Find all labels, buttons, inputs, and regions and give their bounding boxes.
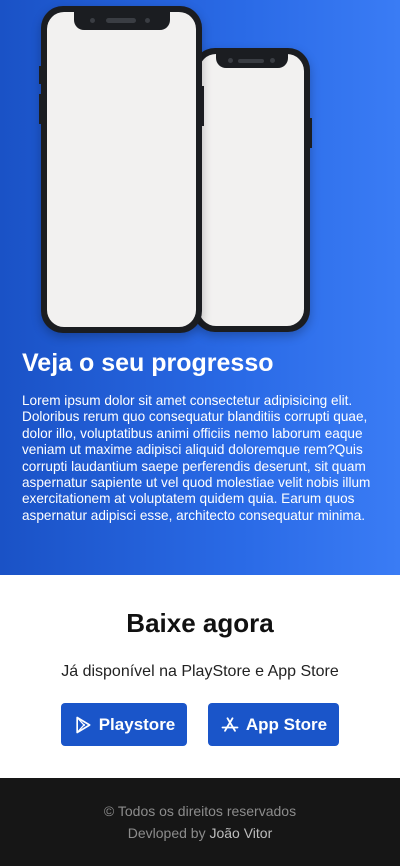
hero-section: Veja o seu progresso Lorem ipsum dolor s… xyxy=(0,0,400,575)
hero-description: Lorem ipsum dolor sit amet consectetur a… xyxy=(22,393,371,523)
playstore-button[interactable]: Playstore xyxy=(61,703,187,746)
download-subtitle: Já disponível na PlayStore e App Store xyxy=(61,663,339,680)
appstore-button-label: App Store xyxy=(245,714,328,734)
play-store-icon xyxy=(73,715,93,735)
download-section: Baixe agora Já disponível na PlayStore e… xyxy=(0,575,400,778)
appstore-button[interactable]: App Store xyxy=(208,703,339,746)
phone-notch xyxy=(215,54,288,68)
phone-back-image xyxy=(193,48,312,332)
app-store-icon xyxy=(220,715,240,735)
footer-credit: Devloped by João Vitor xyxy=(0,825,400,841)
phone-front-image xyxy=(39,6,204,333)
phone-notch xyxy=(73,12,170,30)
phone-screen xyxy=(47,12,196,327)
footer-copyright: © Todos os direitos reservados xyxy=(103,803,297,819)
phone-screen xyxy=(199,54,304,326)
hero-title: Veja o seu progresso xyxy=(22,349,274,377)
footer-credit-prefix: Devloped by xyxy=(127,825,210,841)
footer: © Todos os direitos reservados Devloped … xyxy=(0,778,400,866)
footer-author-link[interactable]: João Vitor xyxy=(209,825,272,841)
playstore-button-label: Playstore xyxy=(98,714,176,734)
download-title: Baixe agora xyxy=(126,608,274,638)
